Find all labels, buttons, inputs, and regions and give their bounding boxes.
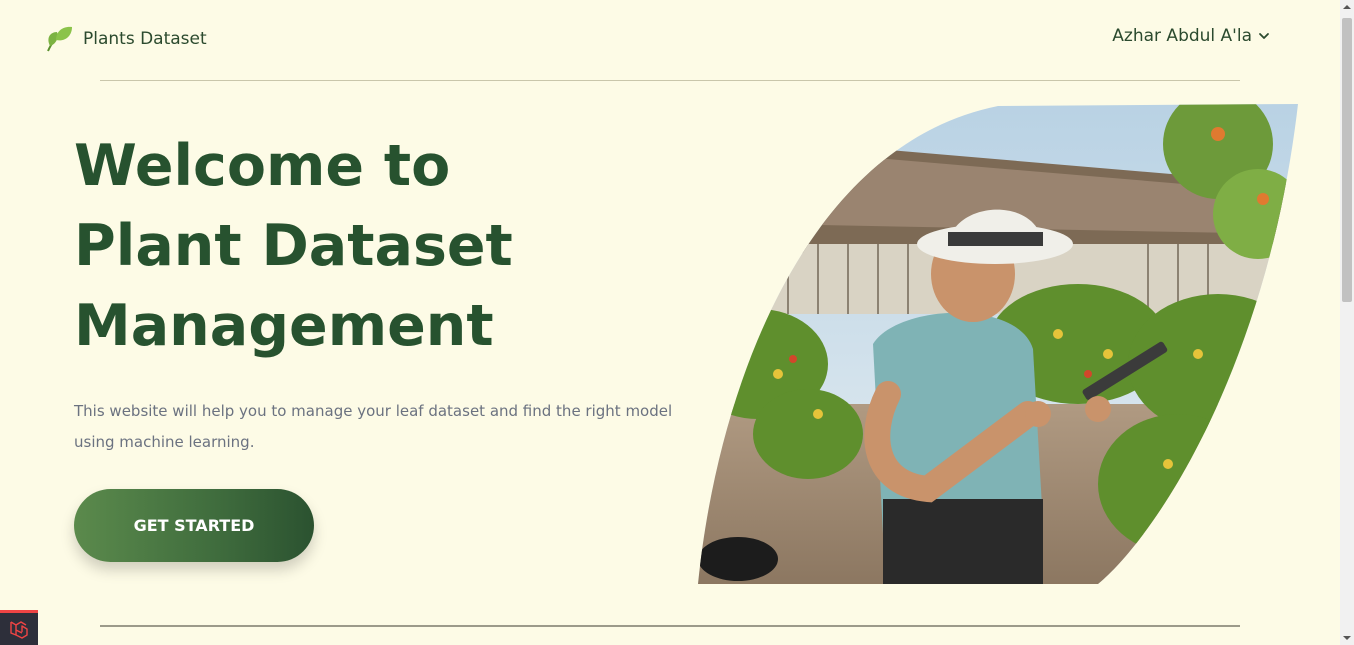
user-menu[interactable]: Azhar Abdul A'la — [1112, 26, 1270, 46]
chevron-down-icon — [1259, 33, 1269, 39]
hero-title-line: Management — [74, 293, 494, 359]
hero-title: Welcome to Plant Dataset Management — [74, 126, 513, 366]
brand-name: Plants Dataset — [83, 29, 207, 49]
laravel-icon — [10, 621, 28, 639]
header-divider — [100, 80, 1240, 81]
user-name: Azhar Abdul A'la — [1112, 26, 1252, 46]
brand-link[interactable]: Plants Dataset — [46, 26, 207, 52]
get-started-button[interactable]: GET STARTED — [74, 489, 314, 562]
hero-description: This website will help you to manage you… — [74, 402, 673, 451]
hero-title-line: Welcome to — [74, 133, 451, 199]
scroll-down-icon[interactable] — [1343, 634, 1351, 642]
hero-title-line: Plant Dataset — [74, 213, 513, 279]
hero-photo — [698, 104, 1298, 584]
debugbar-toggle[interactable] — [0, 610, 38, 645]
landing-page: Plants Dataset Azhar Abdul A'la Welcome … — [0, 0, 1354, 645]
scroll-up-icon[interactable] — [1343, 3, 1351, 11]
leaf-icon — [47, 26, 72, 52]
section-divider — [100, 625, 1240, 627]
scroll-thumb[interactable] — [1342, 18, 1352, 302]
page-scrollbar[interactable] — [1340, 0, 1354, 645]
